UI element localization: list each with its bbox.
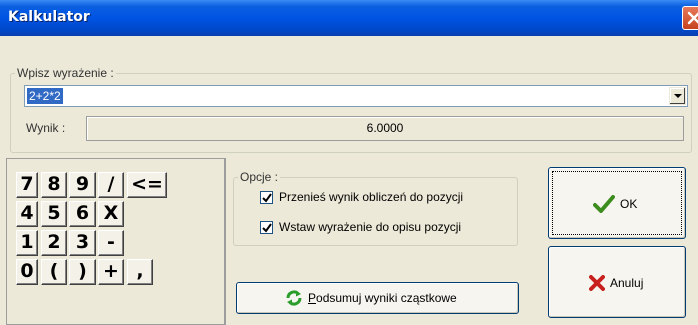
cancel-button[interactable]: Anuluj: [548, 246, 686, 318]
expression-legend: Wpisz wyrażenie :: [17, 66, 114, 80]
x-icon: [589, 275, 605, 291]
key-open-paren[interactable]: (: [41, 259, 67, 285]
summarize-button-label: Podsumuj wyniki cząstkowe: [308, 291, 457, 305]
summarize-label-rest: odsumuj wyniki cząstkowe: [316, 291, 457, 305]
close-button[interactable]: [682, 6, 698, 30]
checkbox-insert-expression[interactable]: [260, 220, 273, 234]
key-8[interactable]: 8: [41, 172, 67, 198]
keypad-panel: 7 8 9 / <= 4 5 6 X 1 2 3 - 0 ( ) + ,: [6, 158, 226, 325]
key-5[interactable]: 5: [41, 201, 67, 227]
summarize-accelerator: P: [308, 291, 317, 305]
key-plus[interactable]: +: [98, 259, 124, 285]
refresh-icon: [286, 290, 302, 306]
chevron-down-icon: [674, 94, 682, 98]
result-label: Wynik :: [26, 121, 66, 135]
close-icon: [687, 11, 698, 25]
key-2[interactable]: 2: [41, 230, 67, 256]
key-1[interactable]: 1: [16, 230, 38, 256]
key-3[interactable]: 3: [69, 230, 96, 256]
checkbox-transfer-result-label[interactable]: Przenieś wynik obliczeń do pozycji: [279, 190, 463, 204]
checkmark-icon: [262, 222, 272, 233]
ok-button-label: OK: [620, 197, 638, 211]
options-group: Opcje :: [233, 170, 518, 246]
calculator-window: Kalkulator Wpisz wyrażenie : 2+2*2 Wynik…: [0, 0, 698, 325]
key-backspace[interactable]: <=: [127, 172, 167, 198]
ok-button[interactable]: OK: [548, 167, 686, 239]
key-0[interactable]: 0: [16, 259, 38, 285]
checkbox-insert-expression-label[interactable]: Wstaw wyrażenie do opisu pozycji: [279, 220, 461, 234]
key-7[interactable]: 7: [16, 172, 38, 198]
expression-dropdown-button[interactable]: [669, 87, 686, 105]
summarize-partial-results-button[interactable]: Podsumuj wyniki cząstkowe: [236, 282, 519, 314]
key-comma[interactable]: ,: [127, 259, 153, 285]
checkbox-transfer-result[interactable]: [260, 190, 273, 204]
expression-input[interactable]: 2+2*2: [27, 88, 63, 104]
cancel-button-label: Anuluj: [610, 276, 644, 290]
key-close-paren[interactable]: ): [69, 259, 96, 285]
key-9[interactable]: 9: [69, 172, 96, 198]
checkmark-icon: [262, 192, 272, 203]
key-divide[interactable]: /: [98, 172, 124, 198]
key-6[interactable]: 6: [69, 201, 96, 227]
option-insert-expression[interactable]: Wstaw wyrażenie do opisu pozycji: [260, 220, 461, 234]
result-field: 6.0000: [86, 116, 684, 141]
window-title: Kalkulator: [8, 9, 90, 25]
option-transfer-result[interactable]: Przenieś wynik obliczeń do pozycji: [260, 190, 463, 204]
title-bar[interactable]: Kalkulator: [0, 0, 698, 36]
key-multiply[interactable]: X: [98, 201, 124, 227]
key-minus[interactable]: -: [98, 230, 124, 256]
checkmark-icon: [593, 195, 615, 213]
options-legend: Opcje :: [240, 170, 279, 184]
expression-combobox[interactable]: 2+2*2: [24, 85, 688, 107]
key-4[interactable]: 4: [16, 201, 38, 227]
